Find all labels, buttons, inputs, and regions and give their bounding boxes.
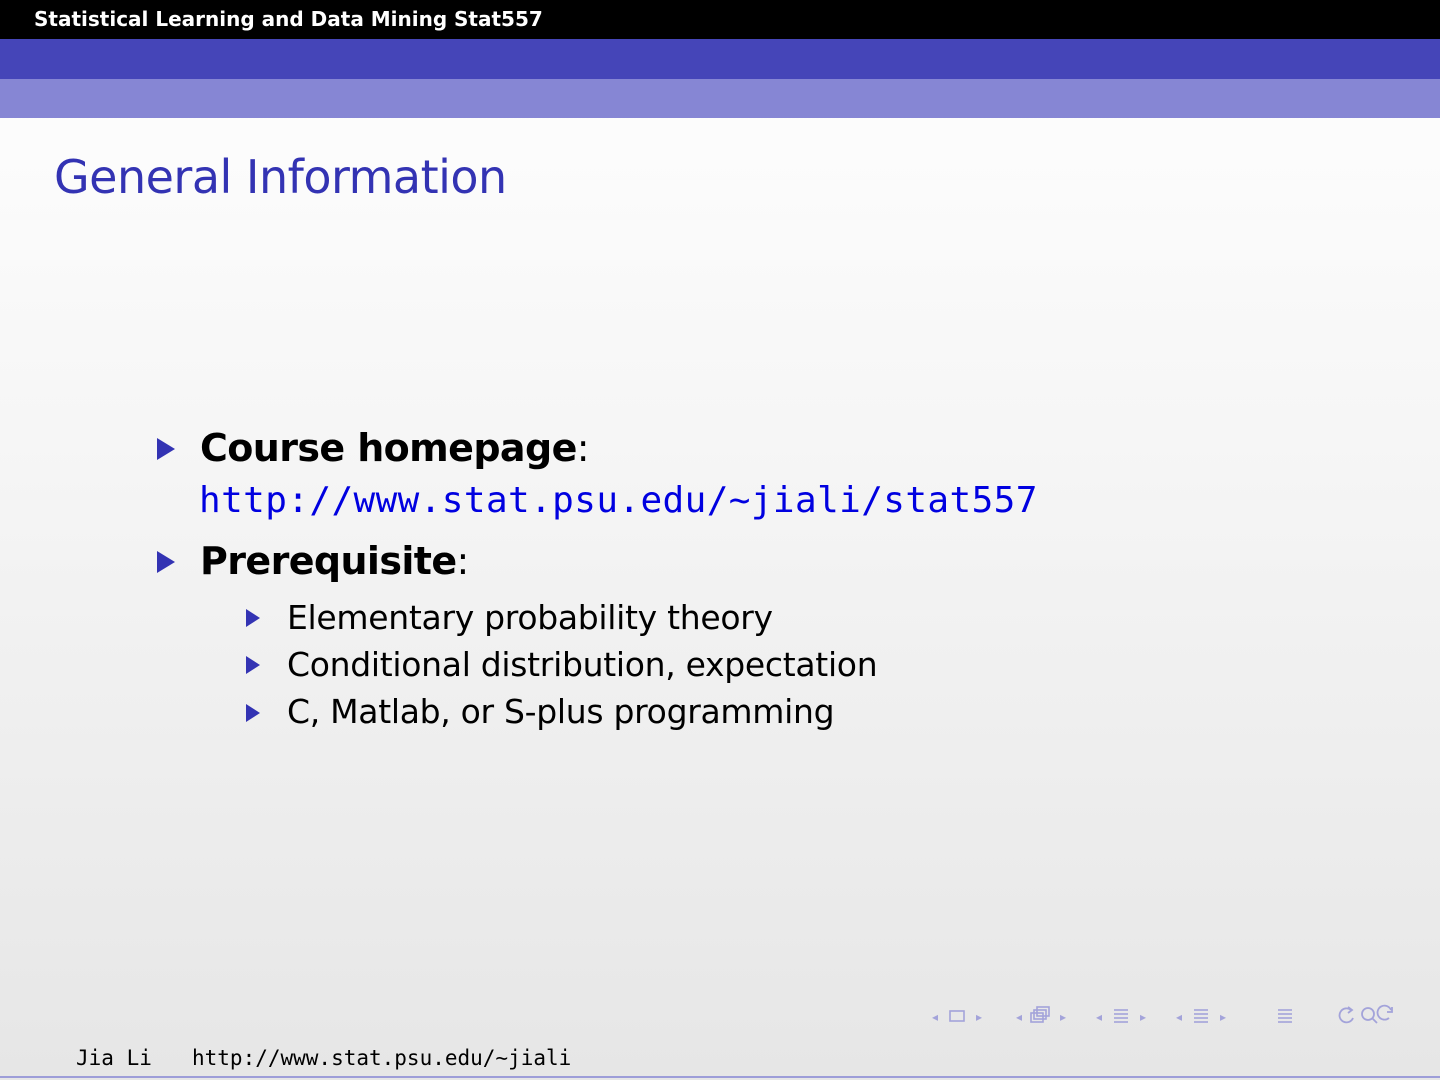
sub-list-item: Conditional distribution, expectation <box>287 645 878 684</box>
part-icon[interactable] <box>1188 1006 1214 1029</box>
next-section-arrow-icon[interactable]: ▸ <box>1134 1010 1152 1024</box>
header-band-light <box>0 79 1440 118</box>
search-icon[interactable] <box>1334 1004 1406 1031</box>
footer: Jia Li http://www.stat.psu.edu/∼jiali <box>0 1044 1440 1080</box>
list-item-label: Course homepage <box>200 426 577 470</box>
prev-section-arrow-icon[interactable]: ◂ <box>1090 1010 1108 1024</box>
list-item-suffix: : <box>456 539 470 583</box>
sub-list-item: Elementary probability theory <box>287 598 773 637</box>
bullet-triangle-icon <box>157 438 175 460</box>
footer-rule <box>0 1076 1440 1078</box>
header-bar: Statistical Learning and Data Mining Sta… <box>0 0 1440 39</box>
slide-title: General Information <box>54 150 507 204</box>
sub-bullet-triangle-icon <box>246 656 260 674</box>
list-item-prerequisite: Prerequisite: <box>200 539 469 583</box>
prev-subsection-arrow-icon[interactable]: ◂ <box>1010 1010 1028 1024</box>
navigation-symbols: ◂ ▸ ◂ ▸ ◂ ▸ ◂ ▸ <box>926 1004 1406 1031</box>
prev-frame-arrow-icon[interactable]: ◂ <box>926 1010 944 1024</box>
course-homepage-link[interactable]: http://www.stat.psu.edu/~jiali/stat557 <box>199 480 1038 521</box>
list-item-label: Prerequisite <box>200 539 457 583</box>
list-item-course-homepage: Course homepage: <box>200 426 590 470</box>
frame-icon[interactable] <box>944 1007 970 1028</box>
back-icon[interactable] <box>1272 1006 1298 1029</box>
sub-bullet-triangle-icon <box>246 704 260 722</box>
next-frame-arrow-icon[interactable]: ▸ <box>970 1010 988 1024</box>
sub-list-item: C, Matlab, or S-plus programming <box>287 692 835 731</box>
next-part-arrow-icon[interactable]: ▸ <box>1214 1010 1232 1024</box>
footer-website-link[interactable]: http://www.stat.psu.edu/∼jiali <box>192 1046 571 1070</box>
footer-author: Jia Li <box>76 1046 152 1070</box>
course-title: Statistical Learning and Data Mining <box>34 7 448 31</box>
section-icon[interactable] <box>1108 1006 1134 1029</box>
prev-part-arrow-icon[interactable]: ◂ <box>1170 1010 1188 1024</box>
header-band-dark <box>0 39 1440 79</box>
subsection-icon[interactable] <box>1028 1005 1054 1030</box>
sub-bullet-triangle-icon <box>246 609 260 627</box>
list-item-suffix: : <box>576 426 590 470</box>
course-code: Stat557 <box>454 7 543 31</box>
next-subsection-arrow-icon[interactable]: ▸ <box>1054 1010 1072 1024</box>
bullet-triangle-icon <box>157 551 175 573</box>
